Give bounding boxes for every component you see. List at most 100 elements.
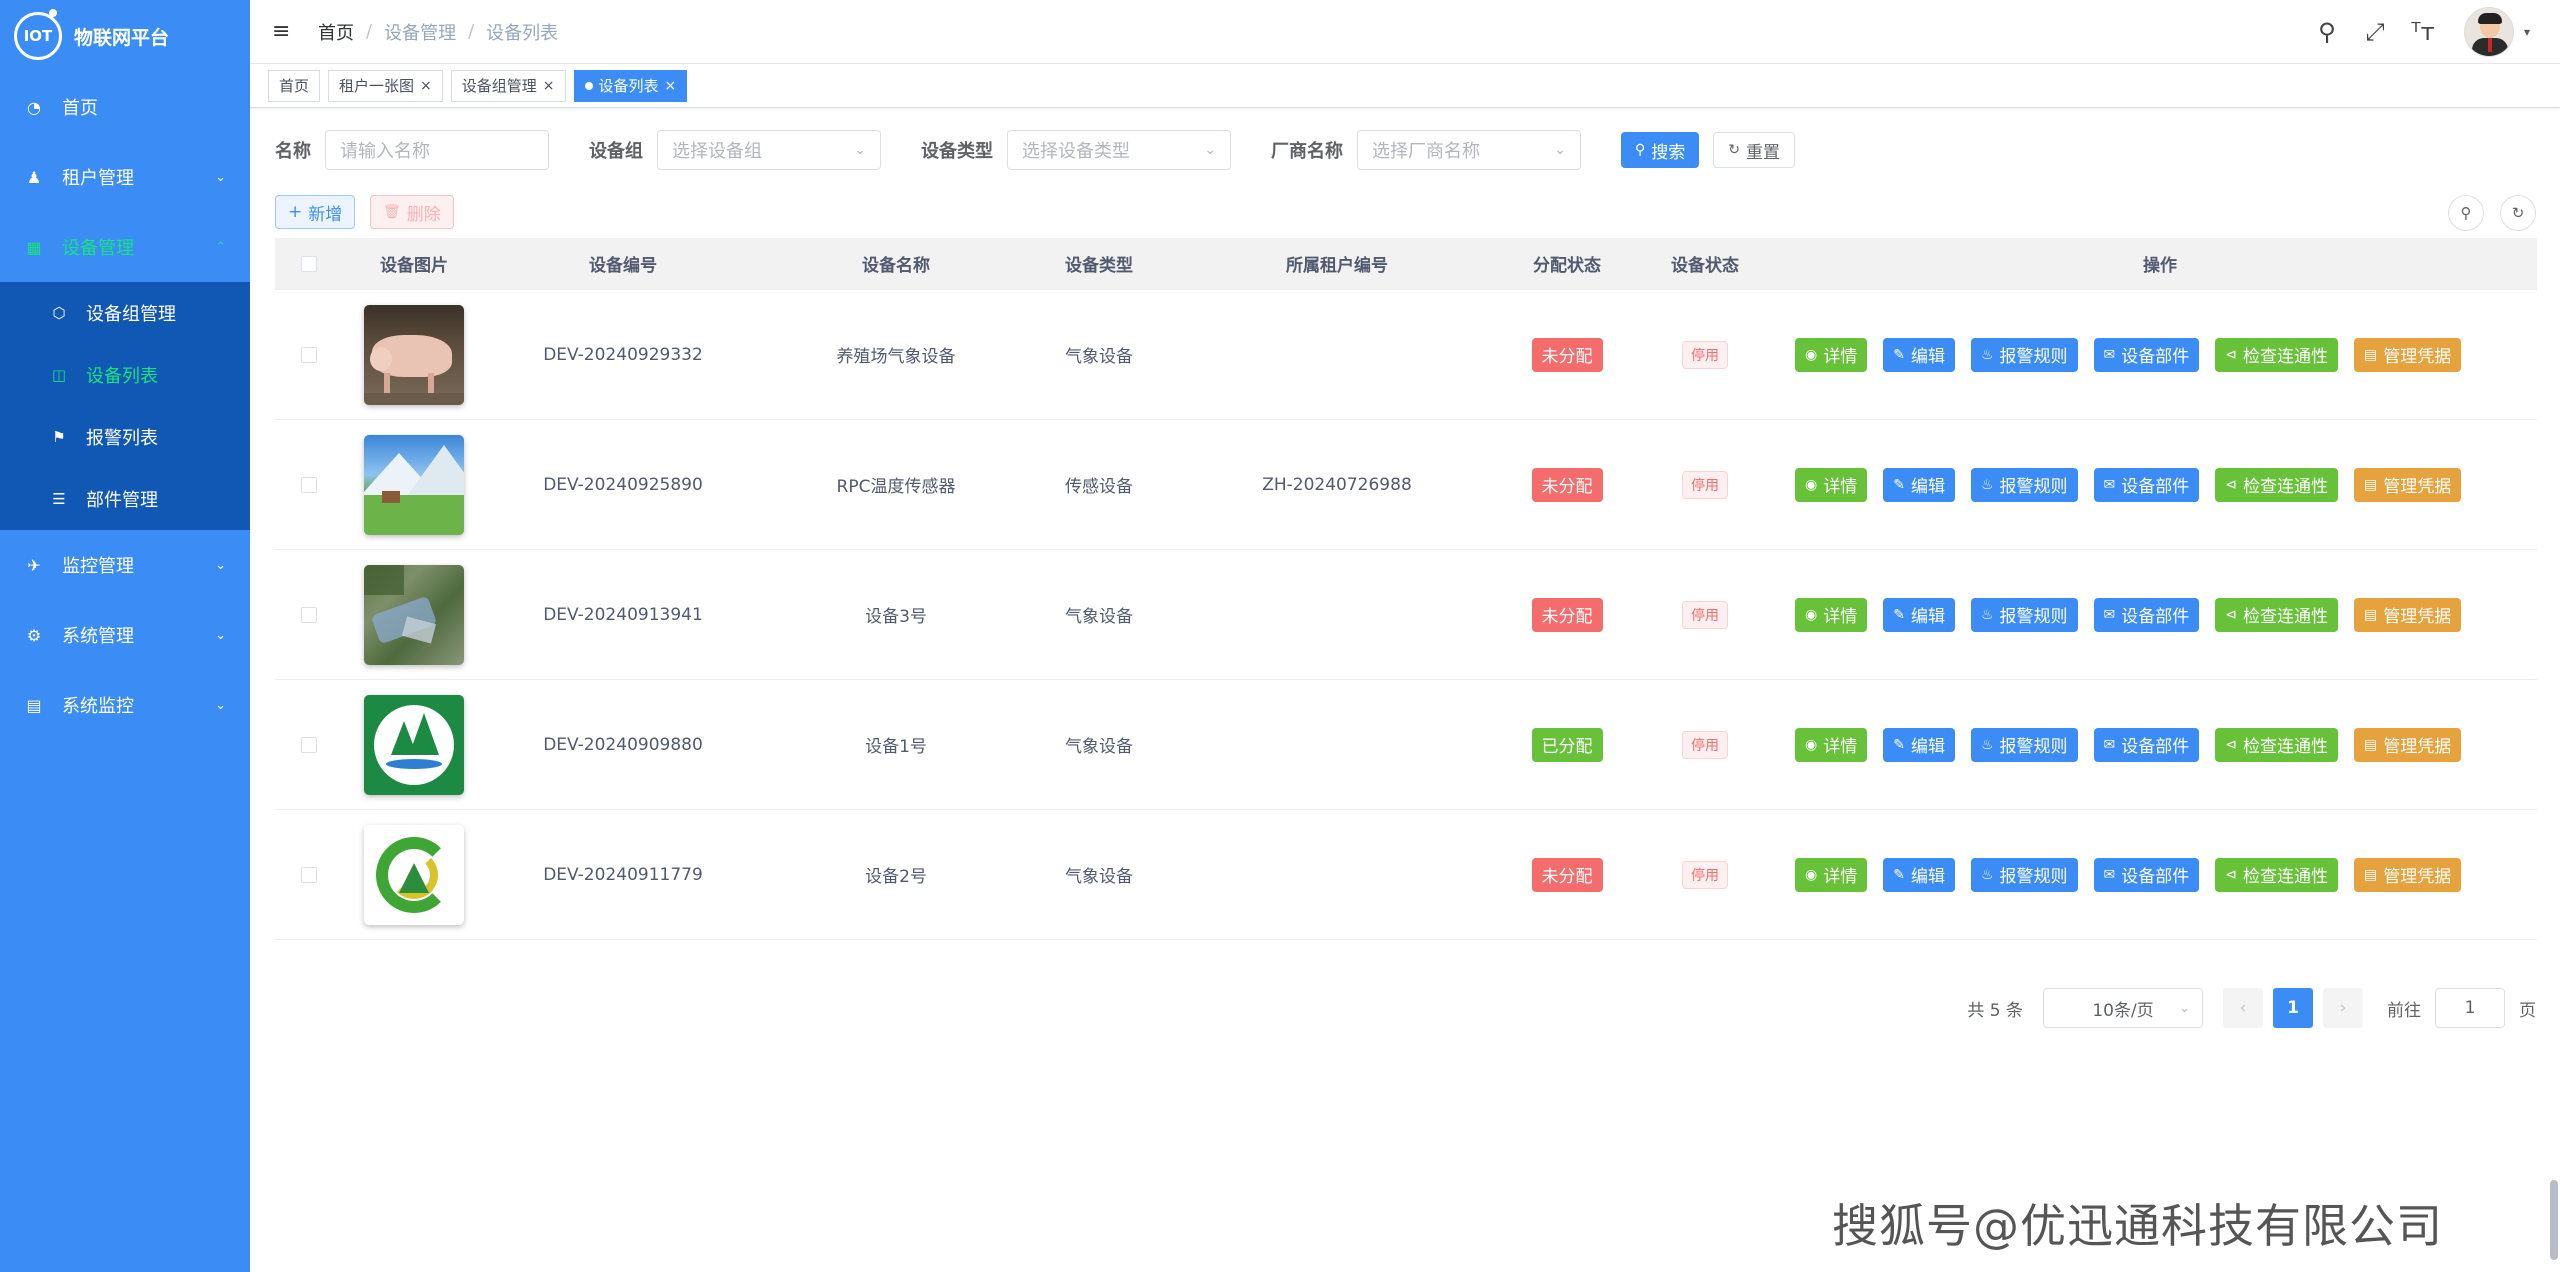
check-connectivity-button[interactable]: ⊲ 检查连通性	[2215, 857, 2338, 892]
next-page-button[interactable]: ›	[2323, 988, 2363, 1028]
manage-credentials-button[interactable]: ▤ 管理凭据	[2353, 337, 2462, 372]
detail-button[interactable]: ◉ 详情	[1795, 337, 1868, 372]
prev-page-button[interactable]: ‹	[2223, 988, 2263, 1028]
device-image[interactable]	[364, 824, 464, 925]
close-icon[interactable]: ×	[665, 78, 677, 94]
bell-icon: ♨	[1980, 476, 1994, 493]
scrollbar[interactable]	[2550, 1180, 2558, 1260]
sidebar-item-label: 报警列表	[86, 428, 158, 449]
sidebar-item-alarm-list[interactable]: ⚑ 报警列表	[0, 406, 250, 468]
detail-button[interactable]: ◉ 详情	[1795, 727, 1868, 762]
detail-button[interactable]: ◉ 详情	[1795, 467, 1868, 502]
device-type: 气象设备	[1065, 867, 1133, 887]
manage-credentials-button[interactable]: ▤ 管理凭据	[2353, 597, 2462, 632]
device-image[interactable]	[364, 564, 464, 665]
check-connectivity-button[interactable]: ⊲ 检查连通性	[2215, 467, 2338, 502]
sidebar-item-monitor[interactable]: ✈ 监控管理 ⌄	[0, 530, 250, 600]
device-image[interactable]	[364, 304, 464, 405]
sidebar-item-device[interactable]: ▦ 设备管理 ⌃	[0, 212, 250, 282]
breadcrumb-item[interactable]: 首页	[318, 19, 354, 45]
device-parts-button[interactable]: ✉ 设备部件	[2093, 467, 2200, 502]
row-checkbox[interactable]	[301, 866, 317, 883]
row-checkbox[interactable]	[301, 606, 317, 623]
edit-icon: ✎	[1893, 736, 1905, 753]
search-icon[interactable]: ⚲	[2314, 18, 2340, 46]
sidebar-item-tenant[interactable]: ♟ 租户管理 ⌄	[0, 142, 250, 212]
alarm-rule-button[interactable]: ♨ 报警规则	[1970, 727, 2078, 762]
user-icon: ♟	[26, 167, 42, 187]
page-number-button[interactable]: 1	[2273, 988, 2313, 1028]
manage-credentials-button[interactable]: ▤ 管理凭据	[2353, 857, 2462, 892]
device-image-cell	[343, 694, 485, 795]
sidebar-item-parts[interactable]: ☰ 部件管理	[0, 468, 250, 530]
tag-tenant-map[interactable]: 租户一张图 ×	[328, 69, 443, 102]
refresh-button[interactable]: ↻	[2500, 195, 2536, 231]
column-header: 设备状态	[1671, 256, 1739, 276]
row-checkbox[interactable]	[301, 346, 317, 363]
logo[interactable]: IOT 物联网平台	[0, 0, 250, 72]
vendor-select[interactable]: 选择厂商名称 ⌄	[1357, 130, 1581, 170]
check-connectivity-button[interactable]: ⊲ 检查连通性	[2215, 597, 2338, 632]
caret-down-icon[interactable]: ▾	[2524, 25, 2530, 39]
device-image[interactable]	[364, 434, 464, 535]
alarm-rule-button[interactable]: ♨ 报警规则	[1970, 337, 2078, 372]
tag-device-list[interactable]: 设备列表 ×	[573, 69, 688, 102]
sidebar-item-system-monitor[interactable]: ▤ 系统监控 ⌄	[0, 670, 250, 740]
font-size-icon[interactable]: ᵀт	[2410, 18, 2436, 46]
row-checkbox[interactable]	[301, 736, 317, 753]
device-parts-button[interactable]: ✉ 设备部件	[2093, 597, 2200, 632]
search-button[interactable]: ⚲ 搜索	[1621, 132, 1700, 168]
alarm-rule-button[interactable]: ♨ 报警规则	[1970, 857, 2078, 892]
device-parts-button[interactable]: ✉ 设备部件	[2093, 727, 2200, 762]
name-input[interactable]: 请输入名称	[325, 130, 549, 170]
add-button[interactable]: + 新增	[275, 195, 356, 229]
chevron-down-icon: ⌄	[215, 697, 226, 713]
detail-button[interactable]: ◉ 详情	[1795, 857, 1868, 892]
group-select[interactable]: 选择设备组 ⌄	[657, 130, 881, 170]
edit-button[interactable]: ✎ 编辑	[1883, 597, 1955, 632]
edit-button[interactable]: ✎ 编辑	[1883, 467, 1955, 502]
sidebar-item-home[interactable]: ◔ 首页	[0, 72, 250, 142]
row-checkbox-cell	[275, 736, 343, 753]
reset-button[interactable]: ↻ 重置	[1713, 132, 1795, 168]
edit-button[interactable]: ✎ 编辑	[1883, 727, 1955, 762]
detail-button[interactable]: ◉ 详情	[1795, 597, 1868, 632]
sidebar-item-system[interactable]: ⚙ 系统管理 ⌄	[0, 600, 250, 670]
check-connectivity-button[interactable]: ⊲ 检查连通性	[2215, 727, 2338, 762]
toggle-search-button[interactable]: ⚲	[2448, 195, 2484, 231]
table-header: 设备图片 设备编号 设备名称 设备类型 所属租户编号 分配状态 设备状态 操作	[275, 238, 2537, 290]
close-icon[interactable]: ×	[543, 78, 555, 94]
column-header: 设备编号	[589, 256, 657, 276]
check-connectivity-button-label: 检查连通性	[2242, 477, 2328, 497]
alarm-rule-button[interactable]: ♨ 报警规则	[1970, 597, 2078, 632]
tag-device-group[interactable]: 设备组管理 ×	[450, 69, 566, 102]
device-parts-button[interactable]: ✉ 设备部件	[2093, 857, 2200, 892]
type-select[interactable]: 选择设备类型 ⌄	[1007, 130, 1231, 170]
select-all-checkbox[interactable]	[301, 255, 317, 272]
device-image[interactable]	[364, 694, 464, 795]
refresh-icon: ↻	[1728, 142, 1740, 158]
sidebar-item-device-group[interactable]: ⬡ 设备组管理	[0, 282, 250, 344]
chevron-down-icon: ⌄	[1204, 142, 1216, 158]
alarm-rule-button-label: 报警规则	[1999, 867, 2068, 887]
edit-button[interactable]: ✎ 编辑	[1883, 857, 1955, 892]
sidebar-item-device-list[interactable]: ◫ 设备列表	[0, 344, 250, 406]
row-checkbox[interactable]	[301, 476, 317, 493]
avatar[interactable]	[2463, 7, 2514, 57]
alarm-rule-button[interactable]: ♨ 报警规则	[1970, 467, 2078, 502]
page-size-select[interactable]: 10条/页 ⌄	[2043, 988, 2203, 1028]
goto-page-input[interactable]: 1	[2435, 988, 2505, 1028]
device-parts-button[interactable]: ✉ 设备部件	[2093, 337, 2200, 372]
hamburger-icon[interactable]: ≡	[272, 19, 294, 44]
detail-button-label: 详情	[1823, 867, 1858, 887]
assign-status-badge: 未分配	[1531, 337, 1603, 372]
fullscreen-icon[interactable]: ⤢	[2362, 18, 2388, 46]
manage-credentials-button[interactable]: ▤ 管理凭据	[2353, 467, 2462, 502]
tag-home[interactable]: 首页	[268, 69, 321, 102]
chevron-right-icon: ›	[2339, 998, 2347, 1018]
manage-credentials-button[interactable]: ▤ 管理凭据	[2353, 727, 2462, 762]
close-icon[interactable]: ×	[420, 78, 432, 94]
delete-button[interactable]: 🗑 删除	[370, 195, 454, 229]
edit-button[interactable]: ✎ 编辑	[1883, 337, 1955, 372]
check-connectivity-button[interactable]: ⊲ 检查连通性	[2215, 337, 2338, 372]
